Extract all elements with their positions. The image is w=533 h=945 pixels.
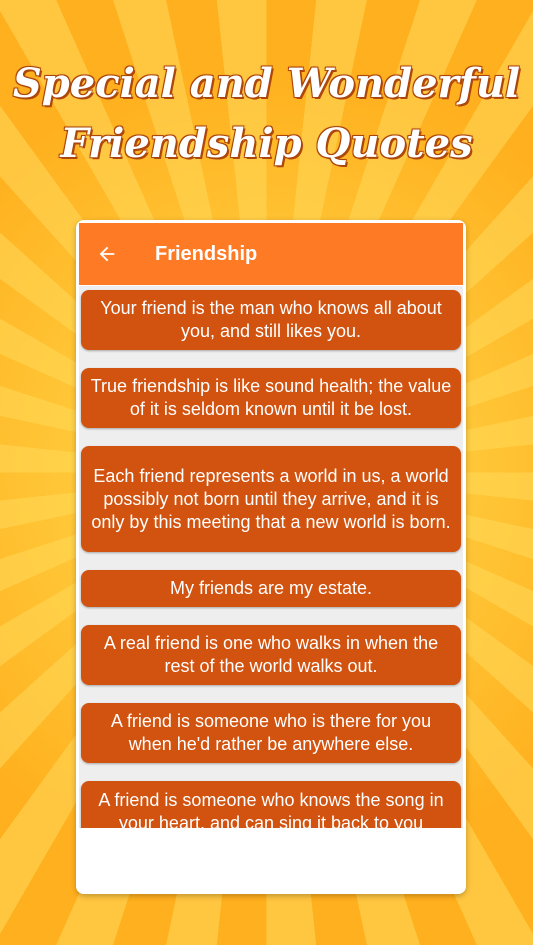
- quote-card[interactable]: Each friend represents a world in us, a …: [81, 446, 461, 552]
- quote-card[interactable]: A real friend is one who walks in when t…: [81, 625, 461, 685]
- arrow-left-icon: [99, 246, 115, 262]
- promo-headline: Special and Wonderful Friendship Quotes: [0, 54, 533, 174]
- bottom-blank-area: [76, 828, 466, 894]
- page-title: Friendship: [155, 242, 258, 265]
- quote-text: A real friend is one who walks in when t…: [103, 633, 439, 676]
- quote-text: Each friend represents a world in us, a …: [91, 465, 451, 532]
- quote-text: My friends are my estate.: [169, 578, 373, 598]
- app-bar: Friendship: [79, 223, 463, 285]
- headline-line-1: Special and Wonderful: [12, 60, 521, 107]
- quote-text: True friendship is like sound health; th…: [90, 376, 452, 419]
- app-screen: Friendship Your friend is the man who kn…: [76, 220, 466, 894]
- headline-line-2: Friendship Quotes: [60, 120, 473, 167]
- quote-list[interactable]: Your friend is the man who knows all abo…: [79, 286, 463, 828]
- quote-card[interactable]: My friends are my estate.: [81, 570, 461, 607]
- quote-card[interactable]: True friendship is like sound health; th…: [81, 368, 461, 428]
- quote-card[interactable]: Your friend is the man who knows all abo…: [81, 290, 461, 350]
- quote-text: Your friend is the man who knows all abo…: [100, 298, 442, 341]
- quote-card[interactable]: A friend is someone who is there for you…: [81, 703, 461, 763]
- quote-text: A friend is someone who knows the song i…: [98, 790, 444, 828]
- quote-card[interactable]: A friend is someone who knows the song i…: [81, 781, 461, 828]
- quote-text: A friend is someone who is there for you…: [110, 711, 432, 754]
- back-button[interactable]: [79, 223, 135, 285]
